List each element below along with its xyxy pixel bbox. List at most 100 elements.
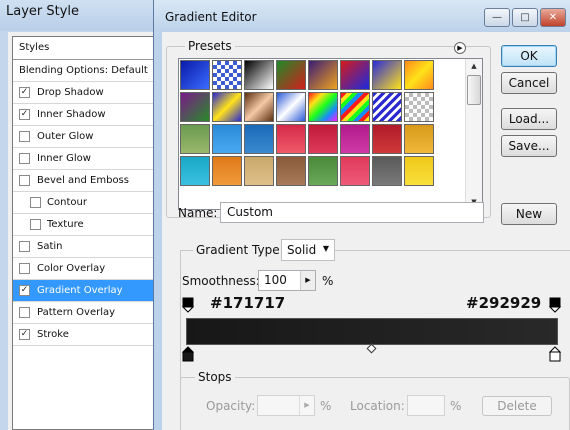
style-checkbox[interactable] <box>19 175 30 186</box>
presets-swatch-box: ▲ ▼ <box>178 58 483 210</box>
preset-swatch[interactable] <box>404 92 434 122</box>
load-button[interactable]: Load... <box>501 108 557 130</box>
preset-swatch[interactable] <box>276 124 306 154</box>
gradient-preview-bar[interactable] <box>186 318 558 345</box>
preset-swatch[interactable] <box>372 124 402 154</box>
style-item[interactable]: Contour <box>13 192 165 214</box>
preset-swatch[interactable] <box>244 92 274 122</box>
style-item[interactable]: ✓ Inner Shadow <box>13 104 165 126</box>
style-checkbox[interactable] <box>19 263 30 274</box>
gradient-type-value: Solid <box>287 243 317 257</box>
layer-style-title: Layer Style <box>6 4 80 19</box>
opacity-label: Opacity: <box>206 399 256 413</box>
preset-swatch[interactable] <box>244 60 274 90</box>
opacity-stop-left[interactable] <box>181 297 195 316</box>
save-button[interactable]: Save... <box>501 135 557 157</box>
style-checkbox[interactable] <box>19 307 30 318</box>
minimize-button[interactable]: — <box>484 8 510 27</box>
opacity-input[interactable]: ▶ <box>257 395 315 416</box>
preset-swatch[interactable] <box>180 124 210 154</box>
styles-header[interactable]: Styles <box>13 37 165 60</box>
delete-button[interactable]: Delete <box>482 396 552 416</box>
preset-swatch[interactable] <box>212 124 242 154</box>
scroll-thumb[interactable] <box>467 75 481 105</box>
style-item[interactable]: ✓ Gradient Overlay <box>13 280 165 302</box>
ok-button[interactable]: OK <box>501 45 557 67</box>
preset-swatch[interactable] <box>308 124 338 154</box>
style-item-label: Color Overlay <box>37 263 106 274</box>
gradient-editor-window: Gradient Editor — □ ✕ Presets ▶ ▲ ▼ OK C… <box>153 0 570 430</box>
name-input[interactable]: Custom <box>220 202 484 223</box>
style-item[interactable]: Texture <box>13 214 165 236</box>
preset-swatch[interactable] <box>340 60 370 90</box>
preset-swatch[interactable] <box>212 156 242 186</box>
preset-swatch[interactable] <box>372 156 402 186</box>
scroll-up-icon[interactable]: ▲ <box>466 59 482 73</box>
color-stop-left[interactable] <box>181 346 195 365</box>
presets-menu-icon[interactable]: ▶ <box>454 42 466 54</box>
location-label: Location: <box>350 399 405 413</box>
style-item[interactable]: Inner Glow <box>13 148 165 170</box>
preset-swatch[interactable] <box>212 60 242 90</box>
preset-swatch[interactable] <box>372 92 402 122</box>
smoothness-input[interactable]: 100 ▶ <box>258 270 316 291</box>
preset-swatch[interactable] <box>340 124 370 154</box>
preset-swatch[interactable] <box>308 92 338 122</box>
style-checkbox[interactable] <box>19 241 30 252</box>
smoothness-unit: % <box>322 274 334 288</box>
opacity-stepper-icon[interactable]: ▶ <box>299 396 314 415</box>
presets-swatch-grid <box>180 60 465 186</box>
preset-swatch[interactable] <box>276 60 306 90</box>
location-input[interactable] <box>407 395 445 416</box>
style-checkbox[interactable]: ✓ <box>19 329 30 340</box>
preset-swatch[interactable] <box>276 92 306 122</box>
preset-swatch[interactable] <box>308 60 338 90</box>
preset-swatch[interactable] <box>244 124 274 154</box>
style-checkbox[interactable] <box>30 197 41 208</box>
presets-scrollbar[interactable]: ▲ ▼ <box>465 59 482 209</box>
style-item-label: Blending Options: Default <box>19 65 148 76</box>
style-checkbox[interactable] <box>30 219 41 230</box>
style-item[interactable]: ✓ Stroke <box>13 324 165 346</box>
cancel-button[interactable]: Cancel <box>501 72 557 94</box>
preset-swatch[interactable] <box>180 156 210 186</box>
preset-swatch[interactable] <box>308 156 338 186</box>
style-checkbox[interactable] <box>19 153 30 164</box>
style-item[interactable]: Outer Glow <box>13 126 165 148</box>
right-color-hex: #292929 <box>466 294 542 312</box>
style-item[interactable]: Color Overlay <box>13 258 165 280</box>
style-item[interactable]: Pattern Overlay <box>13 302 165 324</box>
gradient-type-select[interactable]: Solid ▼ <box>281 239 335 261</box>
gradient-editor-client: Presets ▶ ▲ ▼ OK Cancel Load... Save... … <box>162 32 570 430</box>
smoothness-stepper-icon[interactable]: ▶ <box>300 271 315 290</box>
style-checkbox[interactable] <box>19 131 30 142</box>
preset-swatch[interactable] <box>276 156 306 186</box>
presets-label: Presets <box>185 39 235 53</box>
preset-swatch[interactable] <box>372 60 402 90</box>
style-item[interactable]: Blending Options: Default <box>13 60 165 82</box>
opacity-stop-right[interactable] <box>548 297 562 316</box>
preset-swatch[interactable] <box>180 92 210 122</box>
preset-swatch[interactable] <box>404 60 434 90</box>
new-button[interactable]: New <box>501 203 557 225</box>
close-button[interactable]: ✕ <box>540 8 566 27</box>
preset-swatch[interactable] <box>212 92 242 122</box>
style-checkbox[interactable]: ✓ <box>19 87 30 98</box>
preset-swatch[interactable] <box>340 156 370 186</box>
preset-swatch[interactable] <box>340 92 370 122</box>
style-item[interactable]: Satin <box>13 236 165 258</box>
style-item[interactable]: Bevel and Emboss <box>13 170 165 192</box>
preset-swatch[interactable] <box>404 156 434 186</box>
location-unit: % <box>450 399 462 413</box>
maximize-button[interactable]: □ <box>512 8 538 27</box>
preset-swatch[interactable] <box>244 156 274 186</box>
style-checkbox[interactable]: ✓ <box>19 109 30 120</box>
styles-rows: Blending Options: Default ✓ Drop Shadow ✓ In… <box>13 60 165 346</box>
preset-swatch[interactable] <box>180 60 210 90</box>
preset-swatch[interactable] <box>404 124 434 154</box>
style-checkbox[interactable]: ✓ <box>19 285 30 296</box>
style-item[interactable]: ✓ Drop Shadow <box>13 82 165 104</box>
smoothness-label: Smoothness: <box>182 274 260 288</box>
color-stop-right[interactable] <box>548 346 562 365</box>
stops-label: Stops <box>195 370 235 384</box>
